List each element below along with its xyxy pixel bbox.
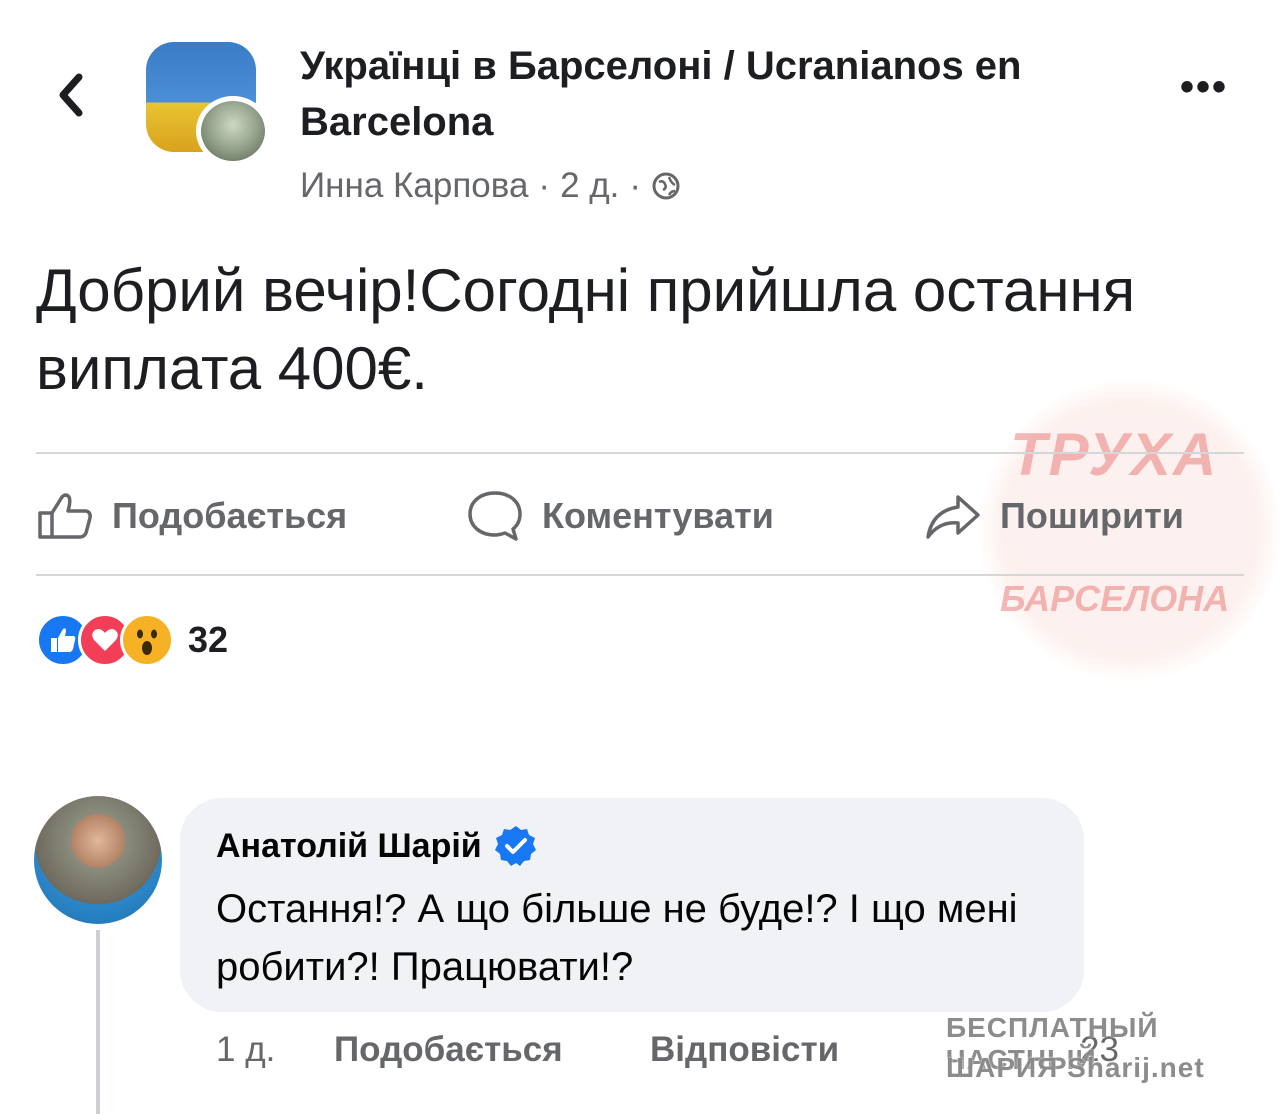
- commenter-avatar[interactable]: [34, 796, 162, 924]
- comment-icon: [468, 491, 522, 541]
- meta-separator: ·: [629, 166, 642, 205]
- group-name[interactable]: Українці в Барселоні / Ucranianos en Bar…: [300, 38, 1120, 150]
- globe-icon: [652, 172, 680, 200]
- comment-reply-button[interactable]: Відповісти: [650, 1030, 839, 1070]
- share-icon: [926, 495, 980, 539]
- more-horizontal-icon: •••: [1180, 65, 1229, 109]
- comment-text: Остання!? А що більше не буде!? І що мен…: [216, 887, 1018, 989]
- share-label: Поширити: [1000, 495, 1184, 536]
- comment-label: Коментувати: [542, 495, 774, 536]
- reactions-summary[interactable]: 32: [36, 612, 228, 668]
- wow-reaction-icon: [120, 613, 174, 667]
- author-name[interactable]: Инна Карпова: [300, 164, 528, 208]
- like-label: Подобається: [112, 495, 348, 536]
- commenter-name-row: Анатолій Шарій: [216, 824, 538, 868]
- author-avatar[interactable]: [196, 96, 270, 166]
- meta-separator: ·: [538, 166, 551, 205]
- thread-line: [96, 930, 100, 1114]
- post-text: Добрий вечір!Согодні прийшла остання вип…: [36, 257, 1136, 402]
- watermark-text-bottom: БАРСЕЛОНА: [1000, 578, 1230, 619]
- divider: [36, 574, 1244, 576]
- post-meta: Инна Карпова · 2 д. ·: [300, 164, 681, 208]
- commenter-name[interactable]: Анатолій Шарій: [216, 827, 482, 866]
- verified-badge-icon: [494, 826, 536, 866]
- post-time[interactable]: 2 д.: [560, 164, 619, 208]
- like-button[interactable]: Подобається: [36, 484, 347, 548]
- reaction-count: 32: [188, 619, 229, 660]
- chevron-left-icon: [59, 73, 83, 117]
- share-button[interactable]: Поширити: [924, 484, 1184, 548]
- watermark-corner-line2: ШАРИЯ Sharij.net: [946, 1052, 1205, 1083]
- comment-time[interactable]: 1 д.: [216, 1030, 275, 1070]
- comment-button[interactable]: Коментувати: [466, 484, 774, 548]
- watermark-text-top: ТРУХА: [1010, 421, 1219, 488]
- comment-like-button[interactable]: Подобається: [334, 1030, 563, 1070]
- divider: [36, 452, 1244, 454]
- back-button[interactable]: [46, 60, 96, 130]
- thumbs-up-icon: [38, 493, 92, 539]
- more-options-button[interactable]: •••: [1180, 67, 1240, 112]
